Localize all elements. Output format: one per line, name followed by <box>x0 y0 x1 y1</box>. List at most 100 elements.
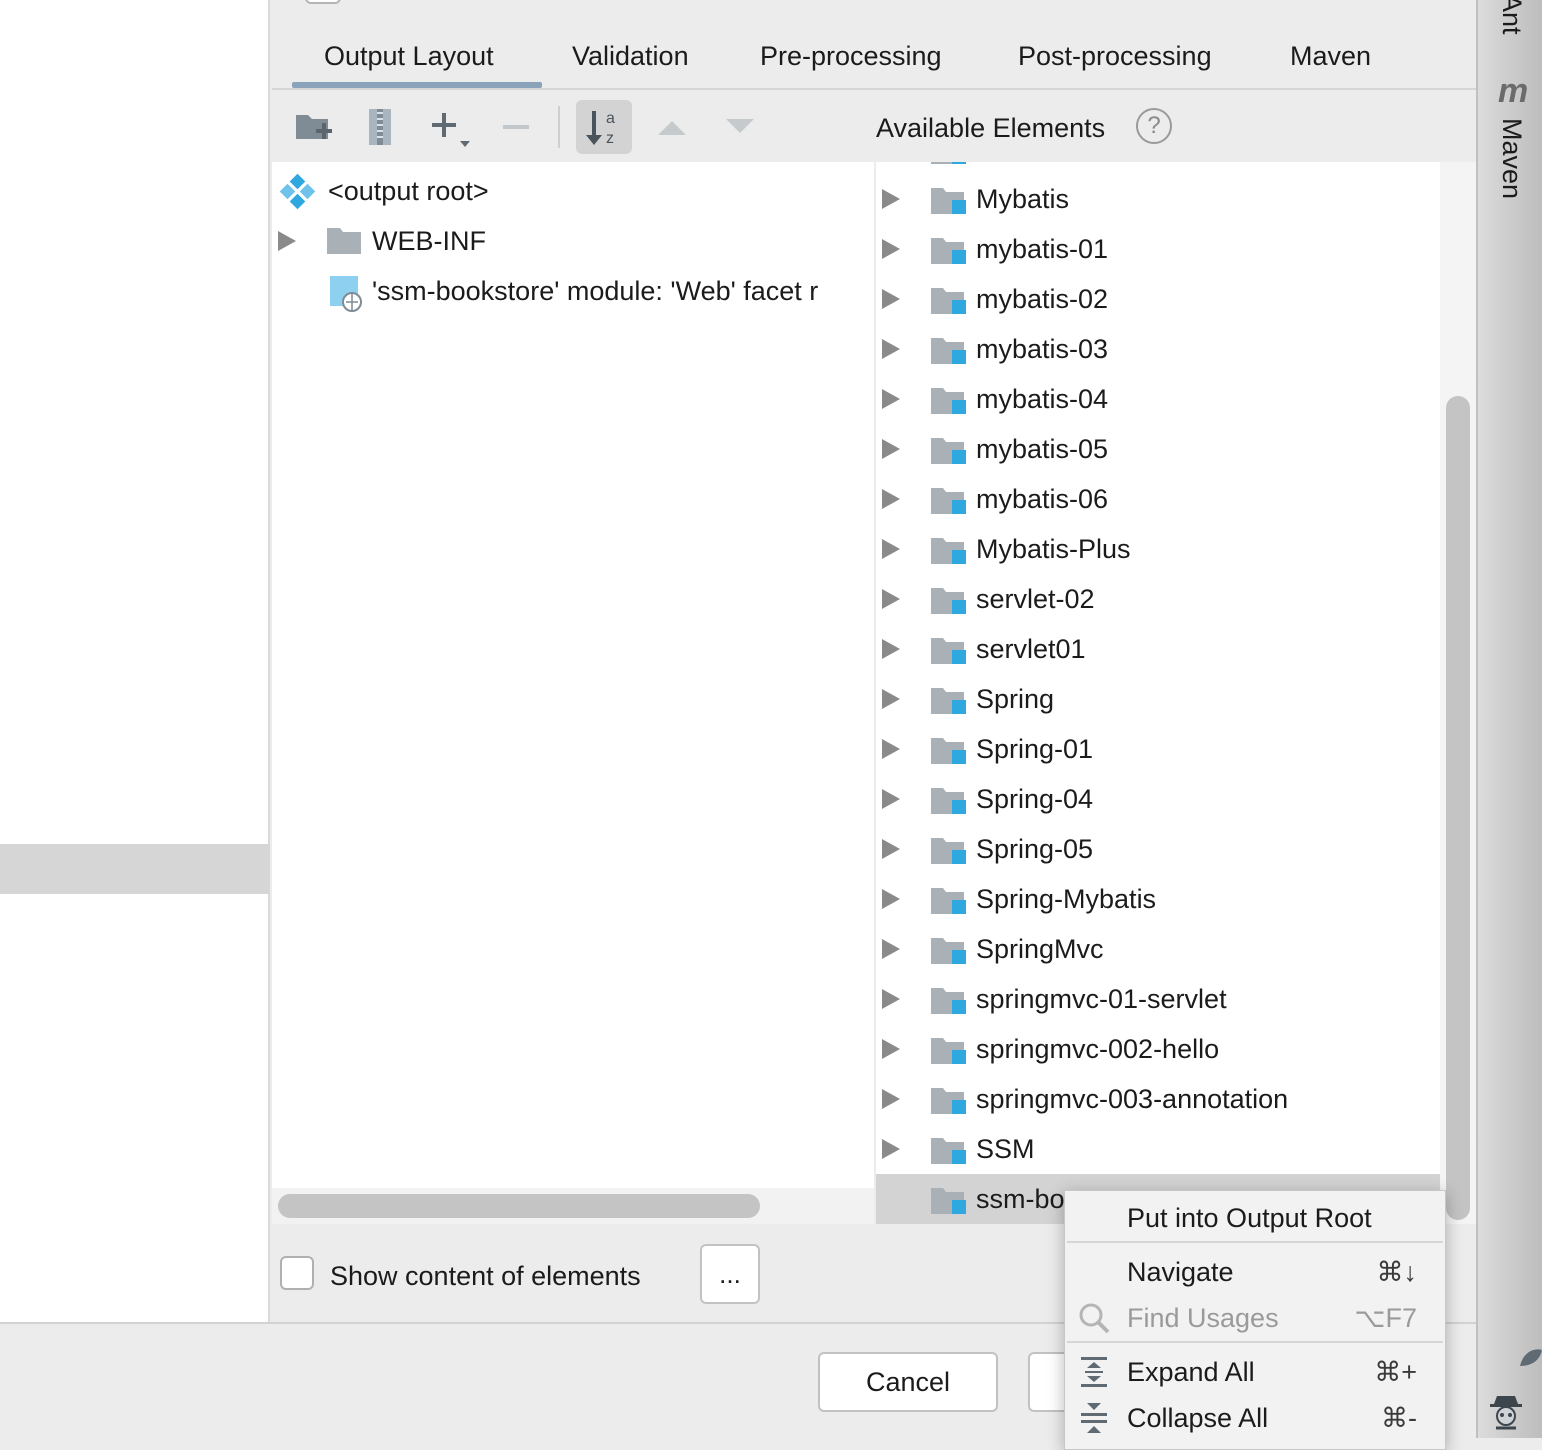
menu-item-navigate[interactable]: Navigate ⌘↓ <box>1065 1249 1445 1295</box>
maven-m-icon: m <box>1498 72 1529 110</box>
list-item[interactable]: Spring-05 <box>876 824 1440 874</box>
expand-arrow-icon[interactable] <box>882 1089 900 1109</box>
expand-arrow-icon[interactable] <box>882 339 900 359</box>
list-item[interactable]: Mybatis-Plus <box>876 524 1440 574</box>
move-up-button[interactable] <box>644 100 700 154</box>
list-item-label: SSM <box>976 1134 1035 1164</box>
list-item[interactable]: mybatis-04 <box>876 374 1440 424</box>
tab-validation[interactable]: Validation <box>572 36 689 80</box>
menu-item-put-into-output-root[interactable]: Put into Output Root <box>1065 1195 1445 1241</box>
expand-arrow-icon[interactable] <box>882 289 900 309</box>
list-item[interactable]: Mybatis <box>876 174 1440 224</box>
tab-maven[interactable]: Maven <box>1290 36 1371 80</box>
list-item[interactable]: springmvc-01-servlet <box>876 974 1440 1024</box>
expand-arrow-icon[interactable] <box>882 889 900 909</box>
expand-arrow-icon[interactable] <box>882 589 900 609</box>
expand-arrow-icon[interactable] <box>882 1039 900 1059</box>
menu-item-find-usages[interactable]: Find Usages ⌥F7 <box>1065 1295 1445 1341</box>
list-item[interactable]: springmvc-002-hello <box>876 1024 1440 1074</box>
new-directory-button[interactable] <box>286 100 342 154</box>
show-content-label[interactable]: Show content of elements <box>330 1256 641 1296</box>
expand-arrow-icon[interactable] <box>882 839 900 859</box>
menu-item-shortcut: ⌥F7 <box>1354 1303 1417 1333</box>
module-folder-icon <box>931 288 966 314</box>
available-elements-label: Available Elements <box>876 113 1106 143</box>
more-options-button[interactable]: ... <box>700 1244 760 1304</box>
expand-arrow-icon[interactable] <box>882 639 900 659</box>
move-down-button[interactable] <box>712 100 768 154</box>
vertical-scrollbar-thumb[interactable] <box>1446 396 1470 1220</box>
output-layout-tree[interactable]: <output root> WEB-INF 'ssm-bookstore' mo… <box>272 162 874 1224</box>
expand-arrow-icon[interactable] <box>882 989 900 1009</box>
archive-button[interactable] <box>352 100 408 154</box>
list-item[interactable]: Spring-04 <box>876 774 1440 824</box>
menu-item-collapse-all[interactable]: Collapse All ⌘- <box>1065 1395 1445 1441</box>
expand-arrow-icon[interactable] <box>882 439 900 459</box>
maven-tool-tab[interactable]: Maven <box>1496 118 1527 199</box>
list-item-label: servlet-02 <box>976 584 1095 614</box>
expand-arrow-icon[interactable] <box>882 789 900 809</box>
list-item[interactable]: Spring-Mybatis <box>876 874 1440 924</box>
menu-item-label: Expand All <box>1127 1357 1255 1387</box>
module-folder-icon <box>931 988 966 1014</box>
sort-alphabetically-button[interactable]: a z <box>576 100 632 154</box>
expand-arrow-icon[interactable] <box>882 939 900 959</box>
left-panel-selected-row[interactable] <box>0 844 270 894</box>
list-item[interactable]: mybatis-01 <box>876 224 1440 274</box>
list-item-label: Spring-05 <box>976 834 1094 864</box>
list-item[interactable]: servlet-02 <box>876 574 1440 624</box>
module-folder-icon <box>931 162 966 164</box>
remove-button[interactable] <box>488 100 544 154</box>
expand-arrow-icon[interactable] <box>882 739 900 759</box>
list-item[interactable]: mybatis-02 <box>876 274 1440 324</box>
menu-item-label: Collapse All <box>1127 1403 1269 1433</box>
list-item[interactable]: springmvc-003-annotation <box>876 1074 1440 1124</box>
toolbar-separator <box>558 106 560 148</box>
list-item-label: Spring-01 <box>976 734 1094 764</box>
layout-item-label: WEB-INF <box>372 226 486 256</box>
list-item[interactable]: mybatis-05 <box>876 424 1440 474</box>
layout-item-web-facet[interactable]: 'ssm-bookstore' module: 'Web' facet r <box>272 266 872 316</box>
list-item[interactable]: servlet01 <box>876 624 1440 674</box>
list-item[interactable]: SSM <box>876 1124 1440 1174</box>
top-checkbox-partial[interactable] <box>305 0 341 4</box>
cancel-button[interactable]: Cancel <box>818 1352 998 1412</box>
context-menu: Put into Output Root Navigate ⌘↓ Find Us… <box>1064 1190 1446 1450</box>
available-elements-tree[interactable]: Mybatis mybatis-01 mybatis-02 mybatis-03 myb… <box>876 162 1440 1224</box>
list-item[interactable]: Spring-01 <box>876 724 1440 774</box>
module-folder-icon <box>931 838 966 864</box>
horizontal-scrollbar-thumb[interactable] <box>278 1194 760 1218</box>
menu-separator <box>1067 1241 1443 1243</box>
expand-arrow-icon[interactable] <box>882 689 900 709</box>
collapse-all-icon <box>1081 1403 1107 1433</box>
expand-arrow-icon[interactable] <box>882 389 900 409</box>
layout-item-web-inf[interactable]: WEB-INF <box>272 216 872 266</box>
menu-item-shortcut: ⌘+ <box>1374 1357 1417 1387</box>
expand-arrow-icon[interactable] <box>882 239 900 259</box>
menu-item-expand-all[interactable]: Expand All ⌘+ <box>1065 1349 1445 1395</box>
list-item[interactable]: SpringMvc <box>876 924 1440 974</box>
add-button[interactable] <box>420 100 476 154</box>
archive-icon <box>369 109 391 145</box>
expand-arrow-icon[interactable] <box>882 1139 900 1159</box>
svg-text:a: a <box>606 110 615 127</box>
ant-tool-tab[interactable]: Ant <box>1496 0 1527 35</box>
expand-arrow-icon[interactable] <box>882 189 900 209</box>
show-content-checkbox[interactable] <box>280 1256 314 1290</box>
tab-pre-processing[interactable]: Pre-processing <box>760 36 942 80</box>
expand-arrow-icon[interactable] <box>278 231 296 251</box>
tab-divider <box>272 88 1476 90</box>
output-root-node[interactable]: <output root> <box>272 166 872 216</box>
leaf-icon <box>1520 1349 1542 1366</box>
list-item[interactable] <box>876 162 1440 174</box>
list-item[interactable]: mybatis-03 <box>876 324 1440 374</box>
tab-post-processing[interactable]: Post-processing <box>1018 36 1212 80</box>
list-item[interactable]: mybatis-06 <box>876 474 1440 524</box>
list-item[interactable]: Spring <box>876 674 1440 724</box>
help-icon[interactable]: ? <box>1136 108 1172 144</box>
expand-arrow-icon[interactable] <box>882 489 900 509</box>
expand-arrow-icon[interactable] <box>882 539 900 559</box>
list-item-label: Spring <box>976 684 1055 714</box>
expand-all-icon <box>1081 1357 1107 1387</box>
tab-output-layout[interactable]: Output Layout <box>324 36 494 80</box>
